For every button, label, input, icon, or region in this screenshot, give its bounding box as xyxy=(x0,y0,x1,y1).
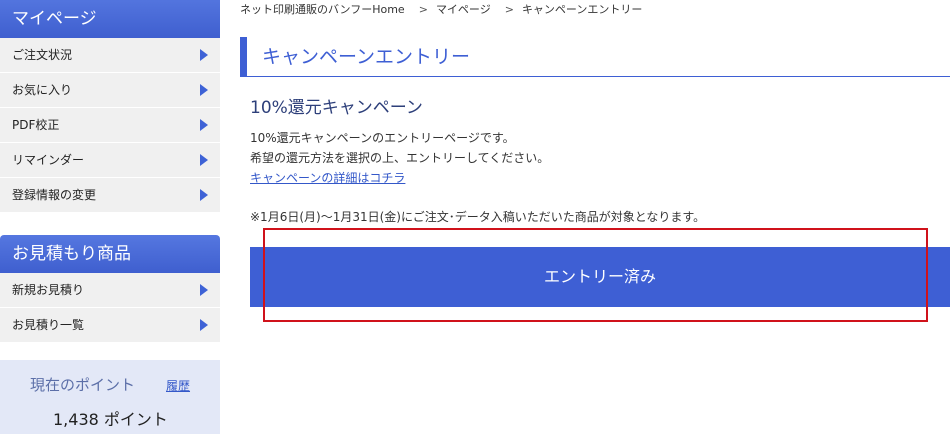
arrow-right-icon xyxy=(200,154,208,166)
campaign-detail-link[interactable]: キャンペーンの詳細はコチラ xyxy=(250,171,405,185)
estimate-section: お見積もり商品 新規お見積り お見積り一覧 xyxy=(0,235,220,343)
sidebar-item-label: リマインダー xyxy=(12,153,85,167)
sidebar-item-label: 新規お見積り xyxy=(12,283,85,297)
breadcrumb-current: キャンペーンエントリー xyxy=(521,3,643,16)
main-content: ネット印刷通販のバンフーHome > マイページ > キャンペーンエントリー キャンペー… xyxy=(240,0,950,434)
breadcrumb-mypage-link[interactable]: マイページ xyxy=(436,3,491,16)
description-line: 希望の還元方法を選択の上、エントリーしてください。 xyxy=(250,151,550,165)
description-line: 10%還元キャンペーンのエントリーページです。 xyxy=(250,131,515,145)
sidebar-item-label: お気に入り xyxy=(12,83,73,97)
campaign-notice: ※1月6日(月)～1月31日(金)にご注文･データ入稿いただいた商品が対象となり… xyxy=(250,210,706,224)
sidebar-item-pdf-proof[interactable]: PDF校正 xyxy=(0,108,220,143)
sidebar-item-account-settings[interactable]: 登録情報の変更 xyxy=(0,178,220,213)
sidebar: マイページ ご注文状況 お気に入り PDF校正 リマインダー 登録情報の変更 お… xyxy=(0,0,220,434)
sidebar-item-order-status[interactable]: ご注文状況 xyxy=(0,38,220,73)
arrow-right-icon xyxy=(200,84,208,96)
page-title: キャンペーンエントリー xyxy=(262,46,471,68)
sidebar-item-label: ご注文状況 xyxy=(12,48,73,62)
arrow-right-icon xyxy=(200,119,208,131)
sidebar-item-label: PDF校正 xyxy=(12,118,60,132)
sidebar-item-favorites[interactable]: お気に入り xyxy=(0,73,220,108)
estimate-header: お見積もり商品 xyxy=(0,235,220,273)
campaign-description: 10%還元キャンペーンのエントリーページです。 希望の還元方法を選択の上、エント… xyxy=(250,128,549,188)
arrow-right-icon xyxy=(200,49,208,61)
breadcrumb: ネット印刷通販のバンフーHome > マイページ > キャンペーンエントリー xyxy=(240,1,648,17)
sidebar-item-label: お見積り一覧 xyxy=(12,318,85,332)
breadcrumb-separator: > xyxy=(418,3,428,16)
points-value: 1,438 ポイント xyxy=(53,410,168,429)
page-title-bar: キャンペーンエントリー xyxy=(240,37,950,77)
sidebar-item-new-estimate[interactable]: 新規お見積り xyxy=(0,273,220,308)
points-label: 現在のポイント xyxy=(30,376,136,394)
sidebar-item-label: 登録情報の変更 xyxy=(12,188,97,202)
campaign-title: 10%還元キャンペーン xyxy=(250,98,423,118)
sidebar-item-estimate-list[interactable]: お見積り一覧 xyxy=(0,308,220,343)
arrow-right-icon xyxy=(200,189,208,201)
breadcrumb-home-link[interactable]: ネット印刷通販のバンフーHome xyxy=(240,3,405,16)
entry-completed-button[interactable]: エントリー済み xyxy=(250,247,950,307)
breadcrumb-separator: > xyxy=(504,3,514,16)
points-history-link[interactable]: 履歴 xyxy=(166,377,190,394)
mypage-header: マイページ xyxy=(0,0,220,38)
arrow-right-icon xyxy=(200,319,208,331)
points-panel: 現在のポイント 履歴 1,438 ポイント xyxy=(0,360,220,434)
sidebar-item-reminder[interactable]: リマインダー xyxy=(0,143,220,178)
arrow-right-icon xyxy=(200,284,208,296)
